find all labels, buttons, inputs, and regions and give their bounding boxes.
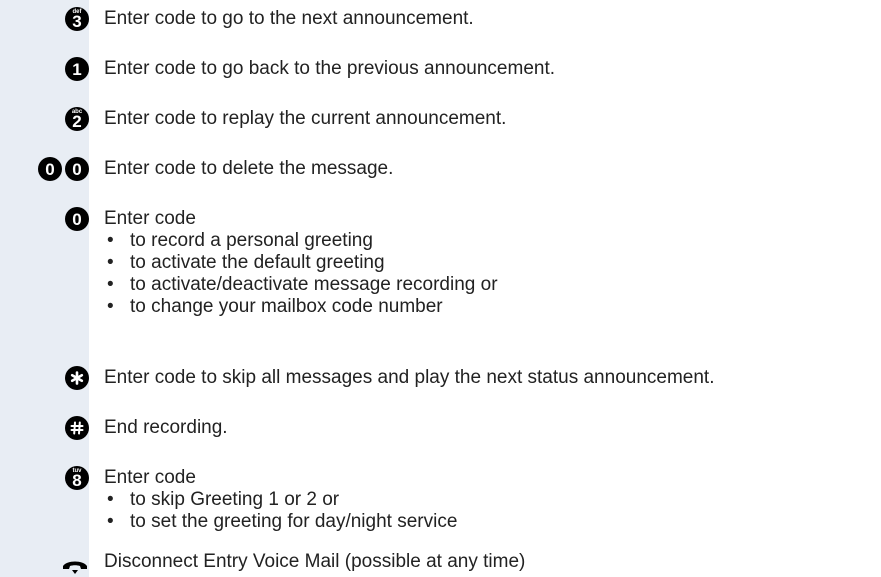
- key-8-icon: tuv 8: [65, 466, 89, 490]
- key-group: 0 0: [0, 156, 89, 182]
- instruction-text: Enter code to replay the current announc…: [104, 108, 507, 129]
- key-group: [0, 365, 89, 391]
- key-0-icon: 0: [65, 207, 89, 231]
- bullet-list: to record a personal greeting to activat…: [104, 230, 498, 318]
- list-item: to set the greeting for day/night servic…: [104, 511, 457, 533]
- key-group: tuv 8: [0, 465, 89, 491]
- list-item: to change your mailbox code number: [104, 296, 498, 318]
- instruction-text: Enter code to skip all messages and play…: [104, 367, 715, 388]
- key-group: abc 2: [0, 106, 89, 132]
- key-3-icon: def 3: [65, 7, 89, 31]
- handset-hang-up-icon: [63, 561, 87, 574]
- key-group: [0, 551, 89, 577]
- instruction-text: End recording.: [104, 417, 228, 438]
- hash-key-icon: [65, 416, 89, 440]
- key-2-icon: abc 2: [65, 107, 89, 131]
- instruction-text: Enter code: [104, 467, 196, 488]
- instruction-text: Enter code to delete the message.: [104, 158, 394, 179]
- asterisk-key-icon: [65, 366, 89, 390]
- instruction-text: Enter code to go to the next announcemen…: [104, 8, 474, 29]
- list-item: to activate/deactivate message recording…: [104, 274, 498, 296]
- instruction-text: Disconnect Entry Voice Mail (possible at…: [104, 551, 526, 572]
- list-item: to activate the default greeting: [104, 252, 498, 274]
- list-item: to skip Greeting 1 or 2 or: [104, 489, 457, 511]
- instruction-text: Enter code: [104, 208, 196, 229]
- key-group: def 3: [0, 6, 89, 32]
- instruction-block: Enter code to skip Greeting 1 or 2 or to…: [104, 467, 457, 533]
- key-group: 1: [0, 56, 89, 82]
- key-0-icon: 0: [38, 157, 62, 181]
- instruction-block: Enter code to record a personal greeting…: [104, 208, 498, 318]
- key-1-icon: 1: [65, 57, 89, 81]
- instruction-text: Enter code to go back to the previous an…: [104, 58, 556, 79]
- key-group: [0, 415, 89, 441]
- list-item: to record a personal greeting: [104, 230, 498, 252]
- bullet-list: to skip Greeting 1 or 2 or to set the gr…: [104, 489, 457, 533]
- key-0-icon: 0: [65, 157, 89, 181]
- key-group: 0: [0, 206, 89, 232]
